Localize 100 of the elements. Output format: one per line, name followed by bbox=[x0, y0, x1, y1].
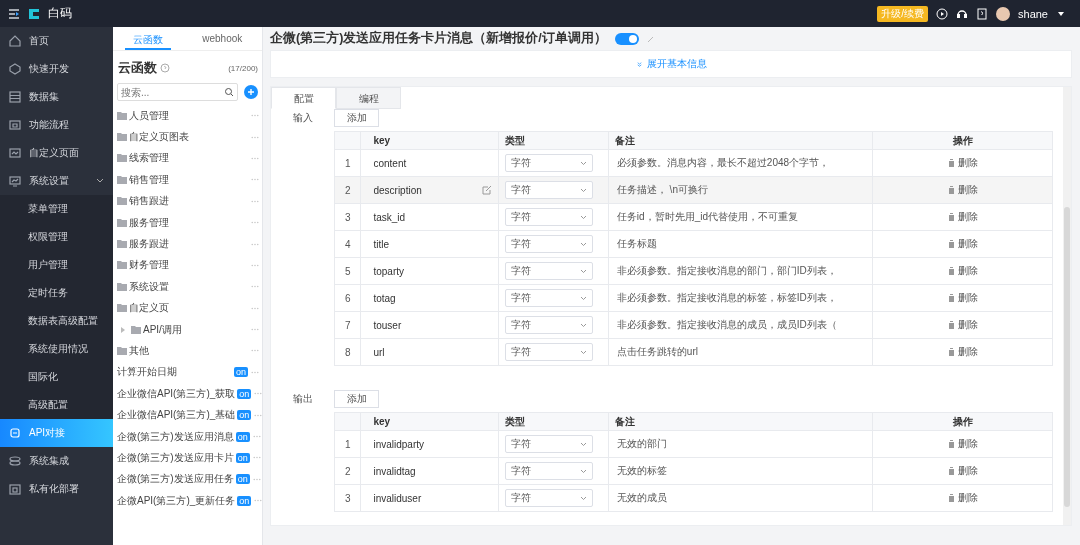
sidebar-subitem[interactable]: 用户管理 bbox=[0, 251, 113, 279]
sidebar-item[interactable]: 系统集成 bbox=[0, 447, 113, 475]
table-cell-text: url bbox=[373, 346, 386, 358]
sidebar-subitem[interactable]: 定时任务 bbox=[0, 279, 113, 307]
status-badge: on bbox=[235, 431, 250, 442]
sidebar-item[interactable]: 系统设置 bbox=[0, 167, 113, 195]
function-item[interactable]: 企业微信API(第三方)_获取 bbox=[117, 386, 236, 401]
delete-link[interactable]: 删除 bbox=[947, 264, 978, 278]
folder-item[interactable]: 人员管理 bbox=[129, 108, 169, 123]
table-cell: 非必须参数。指定接收消息的标签，标签ID列表， bbox=[608, 284, 873, 312]
type-dropdown[interactable]: 字符 bbox=[504, 181, 593, 199]
delete-link[interactable]: 删除 bbox=[947, 183, 978, 197]
function-item[interactable]: 企微(第三方)发送应用任务 bbox=[117, 472, 234, 487]
table-cell-text: content bbox=[373, 157, 408, 169]
function-item[interactable]: 企微API(第三方)_更新任务 bbox=[117, 493, 236, 508]
sidebar-subitem[interactable]: 权限管理 bbox=[0, 223, 113, 251]
sidebar-subitem[interactable]: 高级配置 bbox=[0, 391, 113, 419]
tab[interactable]: 配置 bbox=[271, 87, 336, 109]
table-cell-text: invalidtag bbox=[373, 465, 417, 477]
folder-item[interactable]: 其他 bbox=[129, 344, 149, 358]
row-number: 6 bbox=[334, 284, 361, 312]
table-cell: 非必须参数。指定接收消息的成员，成员ID列表（ bbox=[608, 311, 873, 339]
function-item[interactable]: 企业微信API(第三方)_基础 bbox=[117, 408, 236, 423]
folder-item[interactable]: 服务跟进 bbox=[129, 237, 169, 252]
delete-link[interactable]: 删除 bbox=[947, 437, 978, 451]
table-cell: 必须参数。消息内容，最长不超过2048个字节， bbox=[608, 149, 873, 177]
table-cell: 任务标题 bbox=[608, 230, 873, 258]
column-header: 类型 bbox=[498, 412, 609, 431]
type-dropdown[interactable]: 字符 bbox=[504, 435, 593, 453]
table-cell: 点击任务跳转的url bbox=[608, 338, 873, 366]
function-item[interactable]: 计算开始日期 bbox=[117, 365, 177, 380]
sidebar-item[interactable]: 功能流程 bbox=[0, 111, 113, 139]
folder-item[interactable]: 自定义页图表 bbox=[129, 130, 189, 145]
function-item[interactable]: 企微(第三方)发送应用消息 bbox=[117, 429, 234, 444]
table-cell: 非必须参数。指定接收消息的部门，部门ID列表， bbox=[608, 257, 873, 285]
delete-link[interactable]: 删除 bbox=[947, 491, 978, 505]
logo-text: 白码 bbox=[48, 5, 72, 22]
sidebar-item[interactable]: 首页 bbox=[0, 27, 113, 55]
folder-item[interactable]: 财务管理 bbox=[129, 258, 169, 273]
count-text: (17/200) bbox=[228, 63, 258, 73]
function-item[interactable]: 企微(第三方)发送应用卡片 bbox=[117, 450, 234, 465]
search-field[interactable]: 搜索... bbox=[117, 83, 238, 101]
row-number: 2 bbox=[334, 176, 361, 204]
column-header: 类型 bbox=[498, 131, 609, 150]
status-badge: on bbox=[237, 388, 252, 399]
delete-link[interactable]: 删除 bbox=[947, 318, 978, 332]
tab[interactable]: webhook bbox=[194, 29, 251, 50]
delete-link[interactable]: 删除 bbox=[947, 210, 978, 224]
sidebar-subitem[interactable]: 数据表高级配置 bbox=[0, 307, 113, 335]
status-badge: on bbox=[237, 410, 252, 421]
type-dropdown[interactable]: 字符 bbox=[504, 262, 593, 280]
sidebar-item[interactable]: 自定义页面 bbox=[0, 139, 113, 167]
type-dropdown[interactable]: 字符 bbox=[504, 208, 593, 226]
delete-link[interactable]: 删除 bbox=[947, 156, 978, 170]
type-dropdown[interactable]: 字符 bbox=[504, 154, 593, 172]
column-header: 备注 bbox=[608, 412, 873, 431]
table-cell: 任务id，暂时先用_id代替使用，不可重复 bbox=[608, 203, 873, 231]
sidebar-item[interactable]: 数据集 bbox=[0, 83, 113, 111]
folder-item[interactable]: 自定义页 bbox=[129, 301, 169, 316]
table-cell-text: toparty bbox=[373, 265, 405, 277]
section-label: 输出 bbox=[292, 392, 314, 406]
column-header: key bbox=[360, 131, 499, 150]
sidebar-subitem[interactable]: 国际化 bbox=[0, 363, 113, 391]
status-badge: on bbox=[235, 474, 250, 485]
type-dropdown[interactable]: 字符 bbox=[504, 462, 593, 480]
folder-item[interactable]: 销售管理 bbox=[129, 172, 169, 187]
sidebar-subitem[interactable]: 菜单管理 bbox=[0, 195, 113, 223]
add-button[interactable]: 添加 bbox=[334, 390, 379, 408]
sidebar-item[interactable]: 快速开发 bbox=[0, 55, 113, 83]
add-button[interactable]: 添加 bbox=[334, 109, 379, 127]
folder-item[interactable]: 线索管理 bbox=[129, 151, 169, 166]
type-dropdown[interactable]: 字符 bbox=[504, 316, 593, 334]
type-dropdown[interactable]: 字符 bbox=[504, 489, 593, 507]
type-dropdown[interactable]: 字符 bbox=[504, 235, 593, 253]
row-number: 3 bbox=[334, 203, 361, 231]
sidebar-subitem[interactable]: 系统使用情况 bbox=[0, 335, 113, 363]
user-menu[interactable]: shane bbox=[1018, 7, 1048, 20]
folder-item[interactable]: 服务管理 bbox=[129, 215, 169, 230]
row-number: 3 bbox=[334, 484, 361, 512]
table-cell-text: title bbox=[373, 238, 390, 250]
delete-link[interactable]: 删除 bbox=[947, 464, 978, 478]
sidebar-item[interactable]: 私有化部署 bbox=[0, 475, 113, 503]
table-cell: 无效的部门 bbox=[608, 430, 873, 458]
table-cell: 任务描述， \n可换行 bbox=[608, 176, 873, 204]
type-dropdown[interactable]: 字符 bbox=[504, 289, 593, 307]
type-dropdown[interactable]: 字符 bbox=[504, 343, 593, 361]
delete-link[interactable]: 删除 bbox=[947, 291, 978, 305]
folder-item[interactable]: API/调用 bbox=[143, 322, 182, 337]
column-header: 操作 bbox=[872, 131, 1053, 150]
tab[interactable]: 编程 bbox=[336, 87, 401, 109]
delete-link[interactable]: 删除 bbox=[947, 237, 978, 251]
folder-item[interactable]: 系统设置 bbox=[129, 279, 169, 294]
column-header: 备注 bbox=[608, 131, 873, 150]
row-number: 4 bbox=[334, 230, 361, 258]
folder-item[interactable]: 销售跟进 bbox=[129, 194, 169, 209]
status-badge: on bbox=[234, 367, 248, 378]
panel-heading: 云函数 bbox=[118, 59, 157, 77]
column-header: 操作 bbox=[872, 412, 1053, 431]
delete-link[interactable]: 删除 bbox=[947, 345, 978, 359]
table-cell-text: task_id bbox=[373, 211, 407, 223]
